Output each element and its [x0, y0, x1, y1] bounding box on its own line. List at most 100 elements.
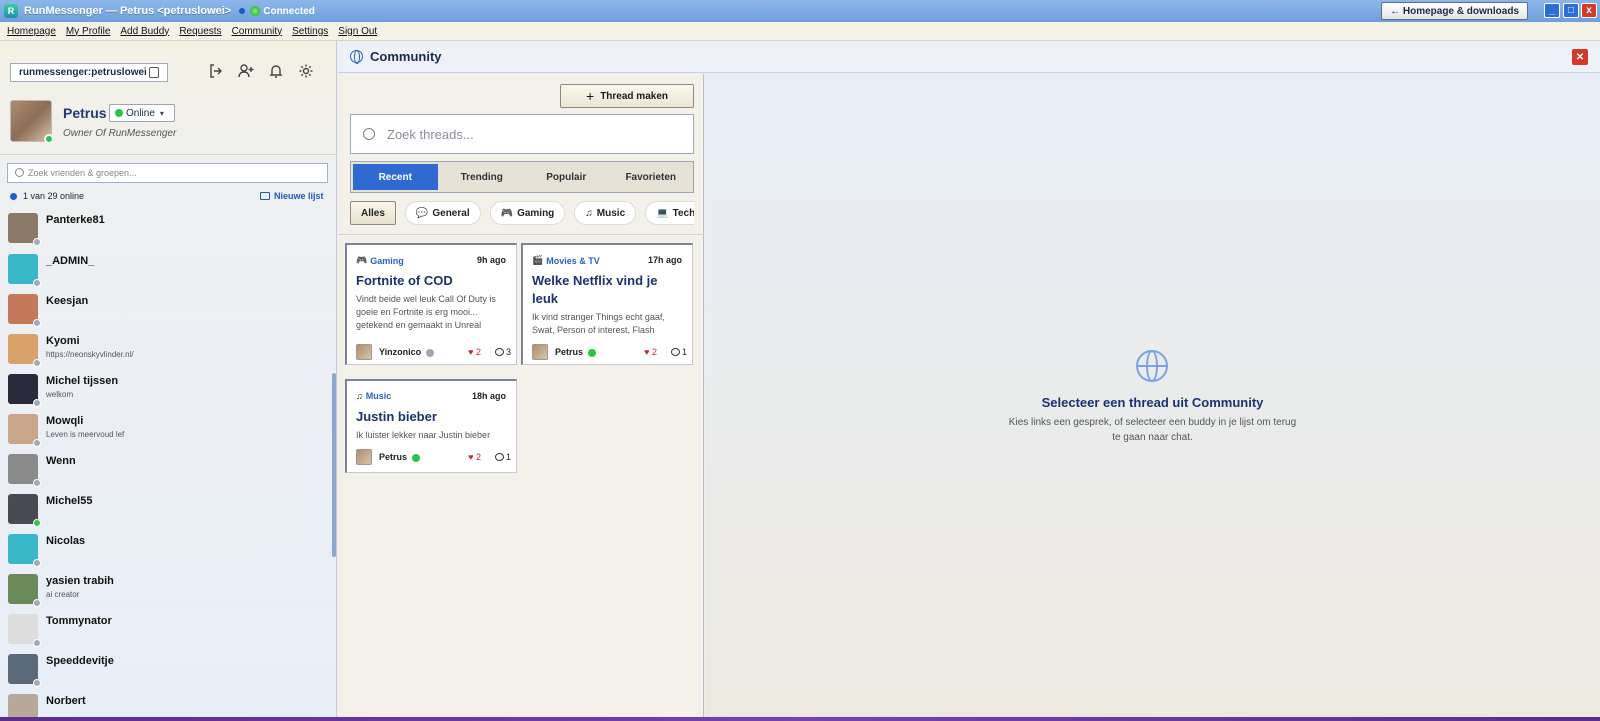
divider — [338, 234, 704, 235]
new-list-button[interactable]: Nieuwe lijst — [260, 191, 324, 201]
thread-category: 🎮 Gaming — [356, 255, 404, 266]
gear-icon[interactable] — [298, 63, 314, 79]
buddy-status: Leven is meervoud lef — [46, 430, 125, 439]
thread-card[interactable]: 🎬 Movies & TV 17h ago Welke Netflix vind… — [521, 243, 693, 365]
comments[interactable]: 3 — [494, 347, 511, 357]
close-window-button[interactable]: x — [1581, 3, 1597, 18]
maximize-button[interactable]: □ — [1563, 3, 1579, 18]
friend-search-placeholder: Zoek vrienden & groepen... — [28, 168, 137, 178]
thread-title: Justin bieber — [356, 409, 437, 424]
globe-equator — [1138, 365, 1166, 367]
thread-category-label: Movies & TV — [546, 255, 600, 266]
filter-label: Alles — [361, 207, 385, 219]
buddy-item[interactable]: _ADMIN_ — [8, 254, 318, 290]
online-count-dot — [10, 192, 17, 200]
buddy-item[interactable]: Panterke81 — [8, 213, 318, 249]
buddy-item[interactable]: Speeddevitje — [8, 654, 318, 690]
filter-music[interactable]: ♫ Music — [574, 201, 637, 225]
globe-icon — [350, 50, 363, 64]
friend-search-input[interactable]: Zoek vrienden & groepen... — [7, 163, 328, 183]
menu-sign-out[interactable]: Sign Out — [338, 26, 377, 37]
buddy-item[interactable]: yasien trabih ai creator — [8, 574, 318, 610]
title-bar: R RunMessenger — Petrus <petruslowei> Co… — [0, 0, 1600, 22]
author-name: Petrus — [555, 347, 584, 357]
buddy-status-dot — [33, 599, 41, 607]
homepage-downloads-button[interactable]: ← Homepage & downloads — [1381, 2, 1528, 20]
online-icon — [115, 109, 123, 117]
thread-search-placeholder: Zoek threads... — [387, 126, 474, 142]
thread-time: 18h ago — [471, 391, 506, 401]
buddy-name: Nicolas — [46, 535, 86, 547]
menu-homepage[interactable]: Homepage — [7, 26, 56, 37]
comments-count: 1 — [505, 452, 511, 462]
menu-settings[interactable]: Settings — [292, 26, 328, 37]
new-thread-button[interactable]: + Thread maken — [560, 84, 694, 108]
author-name: Petrus — [379, 452, 408, 462]
tab-populair[interactable]: Populair — [524, 162, 609, 192]
comments[interactable]: 1 — [494, 452, 511, 462]
buddy-name: Michel tijssen — [46, 375, 119, 387]
buddy-item[interactable]: Mowqli Leven is meervoud lef — [8, 414, 318, 450]
buddy-item[interactable]: Tommynator — [8, 614, 318, 650]
filter-label: Gaming — [517, 207, 555, 219]
filter-technology[interactable]: 💻 Technology — [645, 201, 694, 225]
buddy-list-scrollbar[interactable] — [332, 373, 336, 557]
thread-card[interactable]: 🎮 Gaming 9h ago Fortnite of COD Vindt be… — [345, 243, 517, 365]
add-user-icon[interactable] — [238, 63, 254, 79]
online-status-dot — [44, 134, 54, 144]
avatar[interactable] — [10, 100, 54, 144]
tab-recent[interactable]: Recent — [353, 164, 438, 190]
profile-toolbar — [208, 63, 314, 79]
buddy-status-dot — [33, 359, 41, 367]
tab-trending[interactable]: Trending — [440, 162, 525, 192]
comment-icon — [670, 348, 680, 356]
likes[interactable]: ♥ 2 — [468, 347, 481, 357]
thread-tabs: Recent Trending Populair Favorieten — [350, 161, 694, 193]
filter-general[interactable]: 💬 General — [404, 201, 481, 225]
buddy-item[interactable]: Michel55 — [8, 494, 318, 530]
comments[interactable]: 1 — [670, 347, 687, 357]
buddy-item[interactable]: Nicolas — [8, 534, 318, 570]
buddy-status: ai creator — [46, 590, 80, 599]
minimize-button[interactable]: _ — [1544, 3, 1560, 18]
close-icon[interactable]: ✕ — [1572, 49, 1588, 65]
globe-icon — [1136, 350, 1168, 382]
menu-my-profile[interactable]: My Profile — [66, 26, 110, 37]
filter-label: Music — [596, 207, 626, 219]
buddy-item[interactable]: Keesjan — [8, 294, 318, 330]
folder-icon — [260, 192, 270, 200]
buddy-name: Speeddevitje — [46, 655, 114, 667]
thread-time: 9h ago — [476, 255, 506, 265]
thread-card[interactable]: ♫ Music 18h ago Justin bieber Ik luister… — [345, 379, 517, 473]
community-header: Community ✕ — [338, 41, 1600, 73]
likes[interactable]: ♥ 2 — [468, 452, 481, 462]
menu-add-buddy[interactable]: Add Buddy — [120, 26, 169, 37]
likes[interactable]: ♥ 2 — [644, 347, 657, 357]
profile-name: Petrus — [63, 105, 107, 121]
buddy-status-dot — [33, 679, 41, 687]
buddy-item[interactable]: Wenn — [8, 454, 318, 490]
author-status-dot — [412, 454, 420, 462]
comment-icon — [494, 453, 504, 461]
taskbar-edge — [0, 717, 1600, 721]
menu-community[interactable]: Community — [232, 26, 283, 37]
user-id-field[interactable]: runmessenger:petruslowei — [10, 63, 168, 82]
community-title: Community — [370, 49, 442, 64]
buddy-item[interactable]: Kyomi https://neonskyvlinder.nl/ — [8, 334, 318, 370]
logout-icon[interactable] — [208, 63, 224, 79]
app-icon: R — [4, 4, 18, 18]
filter-gaming[interactable]: 🎮 Gaming — [489, 201, 566, 225]
bell-icon[interactable] — [268, 63, 284, 79]
status-dropdown[interactable]: Online ▾ — [109, 104, 175, 122]
filter-all[interactable]: Alles — [350, 201, 396, 225]
buddy-item[interactable]: Michel tijssen welkom — [8, 374, 318, 410]
buddy-name: Michel55 — [46, 495, 93, 507]
menu-requests[interactable]: Requests — [179, 26, 221, 37]
thread-search-input[interactable]: Zoek threads... — [350, 114, 694, 154]
filter-label: General — [432, 207, 470, 219]
laptop-icon: 💻 — [656, 207, 669, 219]
clapperboard-icon: 🎬 — [532, 255, 544, 265]
tab-favorieten[interactable]: Favorieten — [609, 162, 694, 192]
buddy-list: Panterke81 _ADMIN_ Keesjan Kyomi https:/… — [0, 213, 330, 721]
copy-icon[interactable] — [149, 67, 159, 78]
